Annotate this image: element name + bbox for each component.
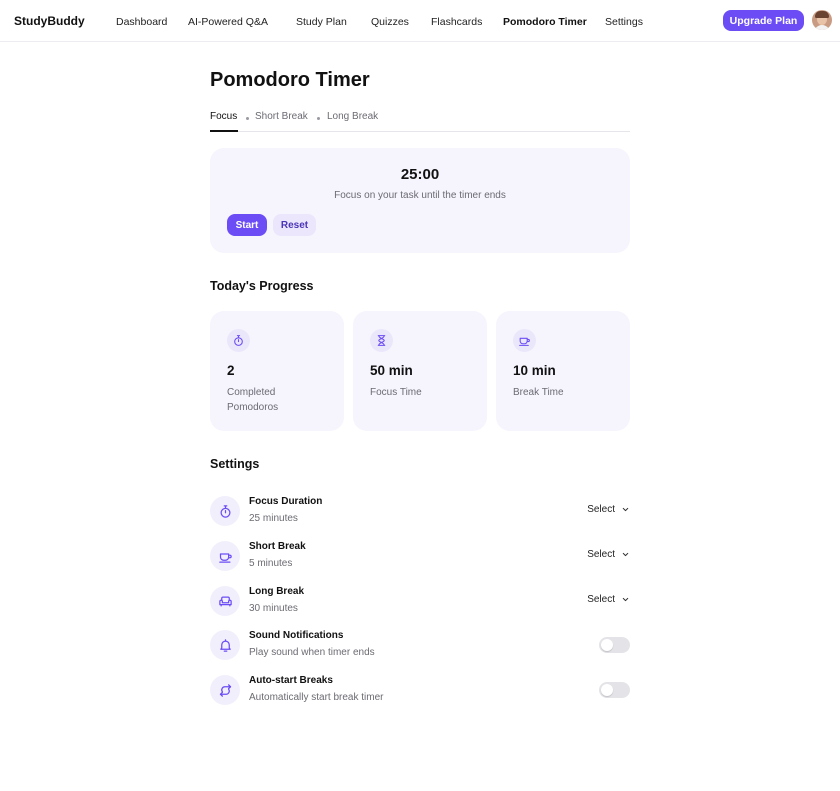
timer-card: 25:00 Focus on your task until the timer… bbox=[210, 148, 630, 253]
chevron-down-icon bbox=[622, 507, 629, 512]
timer-display: 25:00 bbox=[400, 166, 440, 183]
nav-pomodoro-timer[interactable]: Pomodoro Timer bbox=[503, 16, 587, 28]
page-title: Pomodoro Timer bbox=[210, 69, 370, 91]
select-label: Select bbox=[587, 549, 615, 560]
stat-value: 2 bbox=[227, 363, 235, 378]
reset-button[interactable]: Reset bbox=[273, 214, 316, 236]
setting-title: Short Break bbox=[249, 541, 306, 552]
stat-label: Completed Pomodoros bbox=[227, 387, 279, 413]
setting-subtitle: Automatically start break timer bbox=[249, 692, 384, 703]
avatar-shirt bbox=[814, 25, 830, 30]
avatar-hair bbox=[815, 11, 829, 18]
timer-icon bbox=[210, 496, 240, 526]
toggle-knob bbox=[601, 639, 613, 651]
toggle-knob bbox=[601, 684, 613, 696]
nav-settings[interactable]: Settings bbox=[605, 16, 643, 28]
short-break-select[interactable]: Select bbox=[587, 549, 630, 560]
setting-subtitle: Play sound when timer ends bbox=[249, 647, 375, 658]
nav-study-plan[interactable]: Study Plan bbox=[296, 16, 347, 28]
active-tab-indicator bbox=[210, 130, 238, 132]
setting-auto-start-breaks: Auto-start Breaks Automatically start br… bbox=[210, 675, 630, 705]
setting-focus-duration: Focus Duration 25 minutes Select bbox=[210, 496, 630, 526]
chevron-down-icon bbox=[622, 597, 629, 602]
timer-mode-tabs: Focus Short Break Long Break bbox=[210, 111, 630, 132]
nav-dashboard[interactable]: Dashboard bbox=[116, 16, 167, 28]
setting-title: Long Break bbox=[249, 586, 305, 597]
setting-sound-notifications: Sound Notifications Play sound when time… bbox=[210, 630, 630, 660]
stat-card-completed: 2 Completed Pomodoros bbox=[210, 311, 344, 431]
upgrade-plan-button[interactable]: Upgrade Plan bbox=[723, 10, 804, 31]
bell-icon bbox=[210, 630, 240, 660]
setting-title: Sound Notifications bbox=[249, 630, 344, 641]
tab-separator-dot bbox=[246, 117, 249, 120]
tab-long-break[interactable]: Long Break bbox=[327, 111, 378, 122]
select-label: Select bbox=[587, 504, 615, 515]
refresh-icon bbox=[210, 675, 240, 705]
timer-subtitle: Focus on your task until the timer ends bbox=[334, 190, 506, 201]
focus-duration-select[interactable]: Select bbox=[587, 504, 630, 515]
nav-quizzes[interactable]: Quizzes bbox=[371, 16, 409, 28]
nav-flashcards[interactable]: Flashcards bbox=[431, 16, 482, 28]
top-nav: StudyBuddy Dashboard AI-Powered Q&A Stud… bbox=[0, 0, 840, 42]
setting-subtitle: 30 minutes bbox=[249, 603, 298, 614]
setting-title: Auto-start Breaks bbox=[249, 675, 333, 686]
tab-focus[interactable]: Focus bbox=[210, 111, 237, 122]
tab-separator-dot bbox=[317, 117, 320, 120]
stat-label: Break Time bbox=[513, 387, 564, 398]
stat-card-focus-time: 50 min Focus Time bbox=[353, 311, 487, 431]
setting-long-break: Long Break 30 minutes Select bbox=[210, 586, 630, 616]
setting-short-break: Short Break 5 minutes Select bbox=[210, 541, 630, 571]
auto-start-breaks-toggle[interactable] bbox=[599, 682, 630, 698]
stat-label: Focus Time bbox=[370, 387, 422, 398]
progress-heading: Today's Progress bbox=[210, 279, 314, 293]
stat-card-break-time: 10 min Break Time bbox=[496, 311, 630, 431]
stat-value: 10 min bbox=[513, 363, 556, 378]
tab-short-break[interactable]: Short Break bbox=[255, 111, 308, 122]
avatar[interactable] bbox=[812, 10, 832, 30]
coffee-cup-icon bbox=[513, 329, 536, 352]
setting-subtitle: 5 minutes bbox=[249, 558, 293, 569]
start-button[interactable]: Start bbox=[227, 214, 267, 236]
setting-title: Focus Duration bbox=[249, 496, 323, 507]
brand-logo[interactable]: StudyBuddy bbox=[14, 14, 85, 28]
sound-notifications-toggle[interactable] bbox=[599, 637, 630, 653]
stopwatch-icon bbox=[227, 329, 250, 352]
hourglass-icon bbox=[370, 329, 393, 352]
setting-subtitle: 25 minutes bbox=[249, 513, 298, 524]
settings-heading: Settings bbox=[210, 457, 260, 471]
couch-icon bbox=[210, 586, 240, 616]
stat-value: 50 min bbox=[370, 363, 413, 378]
long-break-select[interactable]: Select bbox=[587, 594, 630, 605]
coffee-cup-icon bbox=[210, 541, 240, 571]
chevron-down-icon bbox=[622, 552, 629, 557]
nav-ai-qa[interactable]: AI-Powered Q&A bbox=[188, 16, 268, 28]
select-label: Select bbox=[587, 594, 615, 605]
